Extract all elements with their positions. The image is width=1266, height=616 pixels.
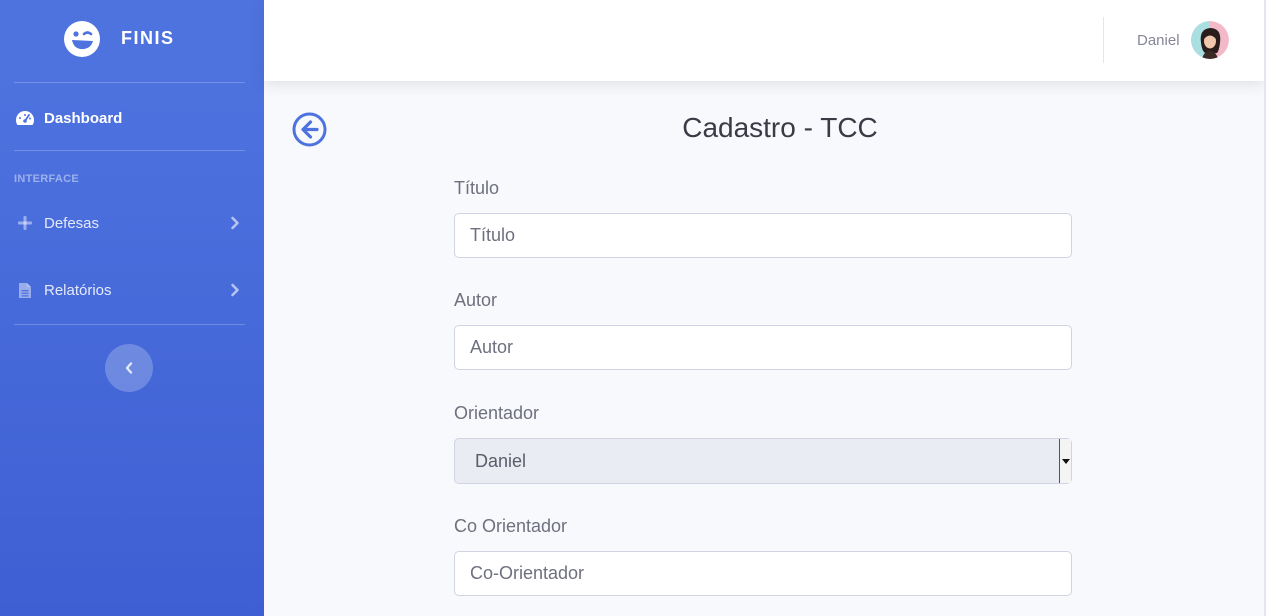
chevron-right-icon (228, 283, 242, 297)
arrow-left-circle-icon (292, 112, 327, 147)
orientador-select[interactable]: Daniel (454, 438, 1072, 484)
sidebar: FINIS Dashboard INTERFACE Defesas Relató… (0, 0, 264, 616)
titulo-input[interactable] (454, 213, 1072, 258)
sidebar-divider (14, 82, 245, 83)
sidebar-item-defesas[interactable]: Defesas (0, 203, 264, 243)
sidebar-item-label: Dashboard (44, 109, 123, 127)
caret-down-icon[interactable] (1059, 439, 1071, 483)
back-button[interactable] (292, 112, 327, 147)
page-title: Cadastro - TCC (682, 112, 878, 143)
sidebar-item-label: Relatórios (44, 281, 112, 299)
user-name[interactable]: Daniel (1137, 32, 1180, 49)
plus-icon (15, 213, 35, 233)
sidebar-divider (14, 150, 245, 151)
co-orientador-label: Co Orientador (454, 516, 568, 536)
sidebar-item-dashboard[interactable]: Dashboard (0, 98, 264, 138)
file-icon (15, 280, 35, 300)
sidebar-item-relatorios[interactable]: Relatórios (0, 270, 264, 310)
chevron-left-icon (125, 362, 133, 374)
winking-face-icon (64, 21, 100, 57)
topbar-divider (1103, 17, 1104, 63)
sidebar-toggle-button[interactable] (105, 344, 153, 392)
sidebar-heading: INTERFACE (14, 173, 80, 185)
topbar: Daniel (264, 0, 1264, 81)
autor-input[interactable] (454, 325, 1072, 370)
brand-name: FINIS (121, 28, 175, 48)
orientador-selected-value: Daniel (475, 450, 527, 471)
titulo-label: Título (454, 178, 500, 198)
orientador-label: Orientador (454, 403, 540, 423)
tachometer-icon (15, 108, 35, 128)
avatar[interactable] (1191, 21, 1229, 59)
co-orientador-input[interactable] (454, 551, 1072, 596)
sidebar-divider (14, 324, 245, 325)
chevron-right-icon (228, 216, 242, 230)
sidebar-item-label: Defesas (44, 214, 100, 232)
autor-label: Autor (454, 290, 498, 310)
brand[interactable]: FINIS (0, 0, 264, 80)
